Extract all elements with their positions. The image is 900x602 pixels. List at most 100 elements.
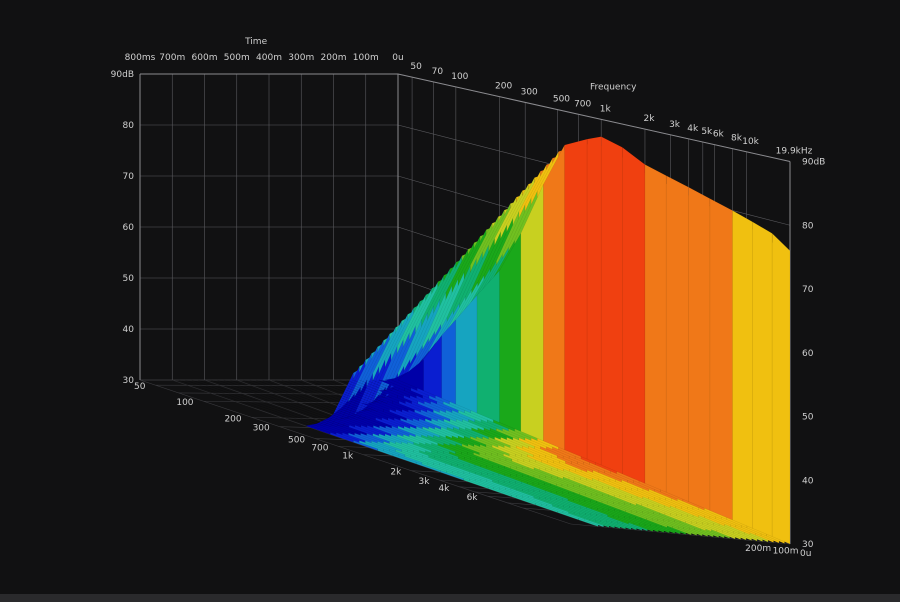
surface-slice-segment <box>276 396 292 403</box>
side-freq-tick-label: 6k <box>467 493 479 503</box>
surface-slice-segment <box>266 401 290 411</box>
waterfall-plot: 800ms 700m 600m 500m 400m 300m 200m 100m 0u90dB9… <box>111 37 826 559</box>
freq-tick-label: 10k <box>742 137 759 147</box>
surface-slice-segment <box>752 221 773 537</box>
freq-tick-label: 70 <box>432 67 444 77</box>
freq-tick-label: 700 <box>574 99 591 109</box>
level-tick-label-right: 40 <box>802 476 814 486</box>
surface-slice-segment <box>291 402 315 411</box>
surface-slice-segment <box>601 136 623 475</box>
time-tick-label: 700m <box>159 53 185 63</box>
surface-slice-segment <box>308 396 324 403</box>
side-freq-tick-label: 3k <box>419 477 431 487</box>
time-axis-title: Time <box>244 37 267 47</box>
level-tick-label-right: 50 <box>802 413 814 423</box>
level-tick-label-right: 80 <box>802 221 814 231</box>
level-tick-label-left: 40 <box>123 325 135 335</box>
surface-slice-segment <box>264 396 280 403</box>
surface-slice-segment <box>622 147 646 484</box>
side-freq-tick-label: 100 <box>176 398 193 408</box>
surface-slice-segment <box>247 401 271 410</box>
freq-tick-label: 6k <box>713 130 725 140</box>
surface-slice-segment <box>288 417 312 427</box>
time-tick-label: 800ms <box>125 53 156 63</box>
side-freq-tick-label: 300 <box>253 424 270 434</box>
level-tick-label-right: 90dB <box>802 158 825 168</box>
freq-tick-label: 8k <box>731 134 743 144</box>
side-freq-tick-label: 700 <box>311 443 328 453</box>
surface-slice-segment <box>232 396 248 402</box>
surface-slice-segment <box>270 396 286 403</box>
surface-slice-segment <box>688 186 711 511</box>
surface-slice-segment <box>314 397 330 403</box>
surface-slice-segment <box>283 396 299 403</box>
side-freq-tick-label: 200 <box>224 414 241 424</box>
time-tick-label: 600m <box>192 53 218 63</box>
level-tick-label-left: 60 <box>123 223 135 233</box>
surface-slice-segment <box>732 210 753 529</box>
freq-tick-label: 2k <box>643 114 655 124</box>
surface-slice-segment <box>586 136 602 466</box>
surface-slice-segment <box>241 401 265 410</box>
surface-slice-segment <box>644 164 667 493</box>
level-tick-label-right: 70 <box>802 285 814 295</box>
surface-slice-segment <box>295 409 320 419</box>
surface-slice-segment <box>304 402 328 411</box>
freq-tick-label: 50 <box>410 62 422 72</box>
surface-slice-segment <box>289 396 305 403</box>
level-tick-label-left: 50 <box>123 274 135 284</box>
time-tick-label: 200m <box>321 53 347 63</box>
time-tick-label: 300m <box>288 53 314 63</box>
surface-slice-segment <box>272 401 296 411</box>
side-freq-tick-label: 500 <box>288 436 305 446</box>
surface-slice-segment <box>253 401 277 411</box>
front-time-tick-label: 100m <box>773 547 799 557</box>
surface-slice-segment <box>543 144 565 450</box>
time-tick-label: 100m <box>353 53 379 63</box>
side-freq-tick-label: 50 <box>134 382 146 392</box>
front-time-tick-label: 0u <box>800 549 811 559</box>
level-tick-label-left: 90dB <box>111 70 134 80</box>
surface-slice-segment <box>321 397 337 403</box>
freq-tick-label: 3k <box>669 120 681 130</box>
side-freq-tick-label: 2k <box>390 468 402 478</box>
freq-tick-label: 1k <box>600 104 612 114</box>
surface-slice-segment <box>298 402 321 411</box>
surface-slice-segment <box>258 409 283 419</box>
surface-slice-segment <box>310 402 334 411</box>
surface-slice-segment <box>295 396 311 403</box>
freq-tick-label: 500 <box>553 95 570 105</box>
surface-slice-segment <box>317 402 340 412</box>
freq-tick-label: 300 <box>521 87 538 97</box>
surface-slice-segment <box>289 409 314 419</box>
front-time-tick-label: 200m <box>745 544 771 554</box>
time-tick-label: 400m <box>256 53 282 63</box>
level-tick-label-left: 30 <box>123 376 135 386</box>
side-freq-tick-label: 4k <box>438 484 450 494</box>
time-tick-label: 500m <box>224 53 250 63</box>
frequency-axis-title: Frequency <box>590 82 637 92</box>
surface-slice-segment <box>264 409 289 419</box>
level-tick-label-left: 70 <box>123 172 135 182</box>
freq-tick-label: 100 <box>451 72 468 82</box>
surface-slice-segment <box>709 198 733 521</box>
side-freq-tick-label: 1k <box>342 452 354 462</box>
freq-tick-label: 5k <box>701 127 713 137</box>
surface-slice-segment <box>235 401 259 410</box>
surface-slice-segment <box>285 402 309 411</box>
surface-slice-segment <box>260 401 284 411</box>
surface-slice-segment <box>282 417 306 427</box>
surface-slice-segment <box>665 175 689 502</box>
bottom-scrollbar[interactable] <box>0 594 900 602</box>
surface-slice-segment <box>771 232 791 545</box>
surface-slice-segment <box>251 396 267 403</box>
decay-surface <box>172 136 791 545</box>
surface-slice-segment <box>301 410 327 420</box>
level-tick-label-right: 60 <box>802 349 814 359</box>
surface-slice-segment <box>476 269 500 423</box>
surface-slice-segment <box>238 396 255 403</box>
surface-slice-segment <box>294 418 319 427</box>
surface-slice-segment <box>564 138 588 460</box>
level-tick-label-left: 80 <box>123 121 135 131</box>
freq-tick-label: 19.9kHz <box>776 147 813 157</box>
